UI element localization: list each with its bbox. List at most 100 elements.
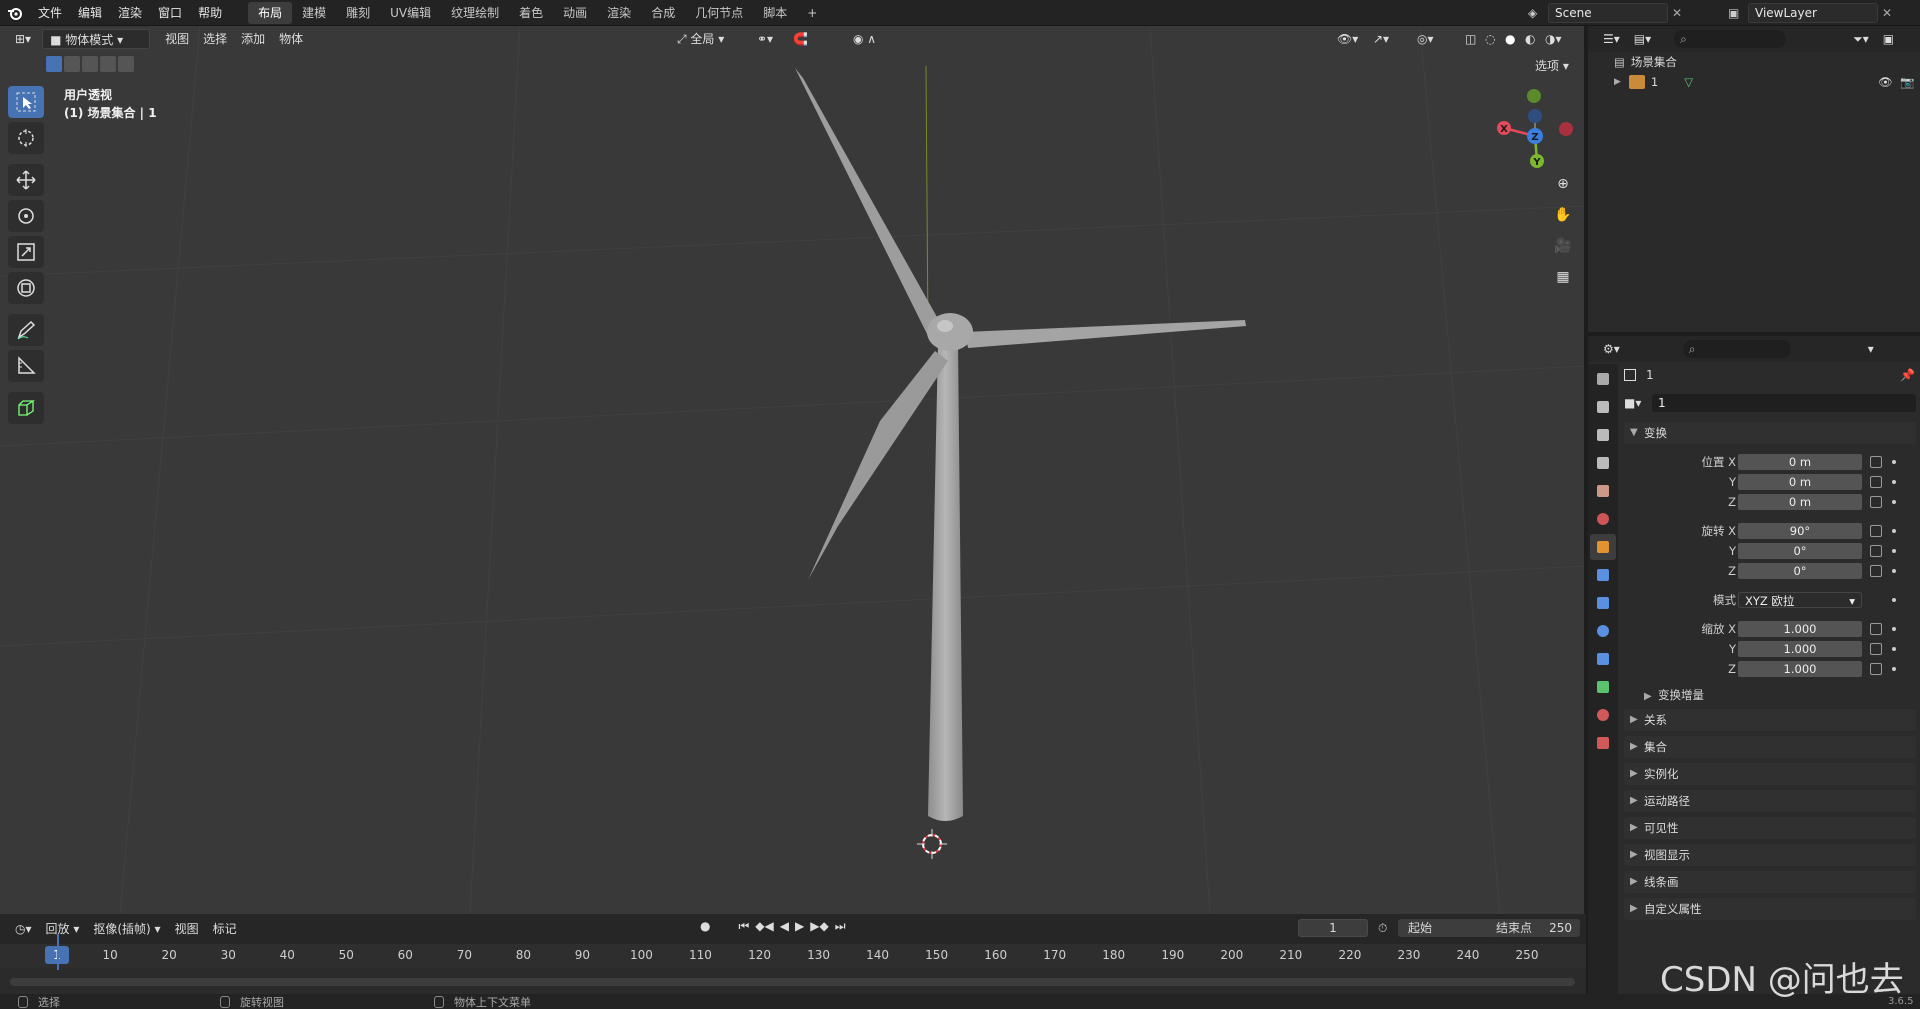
- scene-name-field[interactable]: Scene: [1548, 3, 1668, 23]
- editor-type-button[interactable]: ⊞▾: [8, 29, 38, 49]
- play-icon[interactable]: ▶: [795, 919, 804, 934]
- play-reverse-icon[interactable]: ◀: [780, 919, 789, 934]
- properties-options-icon[interactable]: ▾: [1861, 339, 1881, 359]
- panel-visibility[interactable]: ▶ 可见性: [1624, 817, 1916, 839]
- scale-x-field[interactable]: 1.000: [1738, 621, 1862, 637]
- tab-sculpting[interactable]: 雕刻: [336, 2, 380, 24]
- rotation-y-field[interactable]: 0°: [1738, 543, 1862, 559]
- shading-rendered-icon[interactable]: ◑▾: [1538, 29, 1569, 49]
- visibility-icon[interactable]: 👁▾: [1330, 29, 1365, 49]
- tab-animation[interactable]: 动画: [553, 2, 597, 24]
- timer-icon[interactable]: ⏱: [1378, 921, 1387, 936]
- add-cube-tool[interactable]: [8, 392, 44, 424]
- select-intersect-icon[interactable]: [118, 56, 134, 72]
- 3d-cursor-icon[interactable]: [917, 829, 947, 859]
- location-z-field[interactable]: 0 m: [1738, 494, 1862, 510]
- select-invert-icon[interactable]: [100, 56, 116, 72]
- keyframe-dot-icon[interactable]: [1892, 667, 1896, 671]
- view-layer-tab-icon[interactable]: [1590, 450, 1616, 476]
- pin-icon[interactable]: 📌: [1900, 368, 1915, 382]
- rotation-z-field[interactable]: 0°: [1738, 563, 1862, 579]
- camera-render-icon[interactable]: 📷: [1900, 72, 1914, 92]
- panel-relations[interactable]: ▶ 关系: [1624, 709, 1916, 731]
- current-frame-field[interactable]: 1: [1298, 919, 1368, 937]
- transform-tool[interactable]: [8, 272, 44, 304]
- measure-tool[interactable]: [8, 350, 44, 382]
- object-tab-icon[interactable]: [1590, 534, 1616, 560]
- options-dropdown[interactable]: 选项 ▾: [1528, 56, 1576, 76]
- object-mode-dropdown[interactable]: ■ 物体模式 ▾: [42, 29, 151, 49]
- new-collection-icon[interactable]: ▣: [1876, 29, 1901, 49]
- menu-select[interactable]: 选择: [196, 29, 234, 49]
- pan-hand-icon[interactable]: ✋: [1550, 202, 1576, 228]
- record-icon[interactable]: ●: [700, 919, 710, 934]
- constraints-tab-icon[interactable]: [1590, 646, 1616, 672]
- timeline-view-menu[interactable]: 视图: [168, 919, 206, 939]
- panel-viewport-display[interactable]: ▶ 视图显示: [1624, 844, 1916, 866]
- keyframe-dot-icon[interactable]: [1892, 598, 1896, 602]
- playback-menu[interactable]: 回放 ▾: [39, 919, 87, 939]
- timeline-editor-type-icon[interactable]: ◷▾: [8, 919, 39, 939]
- keyframe-dot-icon[interactable]: [1892, 569, 1896, 573]
- marker-menu[interactable]: 标记: [206, 919, 244, 939]
- menu-file[interactable]: 文件: [30, 0, 70, 26]
- mesh-data-icon[interactable]: ▽: [1684, 72, 1693, 92]
- cursor-tool[interactable]: [8, 122, 44, 154]
- tool-tab-icon[interactable]: [1590, 366, 1616, 392]
- tab-layout[interactable]: 布局: [248, 1, 293, 24]
- pivot-icon[interactable]: ⚭▾: [750, 29, 780, 49]
- properties-search-input[interactable]: ⌕: [1682, 340, 1791, 358]
- pin-icon[interactable]: ✕: [1672, 6, 1682, 20]
- keyframe-dot-icon[interactable]: [1892, 529, 1896, 533]
- 3d-viewport[interactable]: ⊞▾ ■ 物体模式 ▾ 视图 选择 添加 物体 ⤢ 全局 ▾ ⚭▾ 🧲 ◉ ∧ …: [0, 26, 1586, 914]
- scene-tab-icon[interactable]: [1590, 478, 1616, 504]
- properties-editor-type-icon[interactable]: ⚙▾: [1596, 339, 1627, 359]
- lock-icon[interactable]: [1870, 663, 1882, 675]
- annotate-tool[interactable]: [8, 314, 44, 346]
- menu-object[interactable]: 物体: [272, 29, 310, 49]
- tab-shading[interactable]: 着色: [509, 2, 553, 24]
- panel-motion-paths[interactable]: ▶ 运动路径: [1624, 790, 1916, 812]
- outliner-row-object[interactable]: ▶ 1 ▽ 👁 📷: [1588, 72, 1920, 92]
- snap-icon[interactable]: 🧲: [786, 29, 815, 49]
- panel-collections[interactable]: ▶ 集合: [1624, 736, 1916, 758]
- texture-tab-icon[interactable]: [1590, 730, 1616, 756]
- tab-modeling[interactable]: 建模: [292, 2, 336, 24]
- select-box-tool[interactable]: [8, 86, 44, 118]
- scale-y-field[interactable]: 1.000: [1738, 641, 1862, 657]
- expand-chevron-icon[interactable]: ▶: [1614, 72, 1621, 92]
- panel-instancing[interactable]: ▶ 实例化: [1624, 763, 1916, 785]
- viewlayer-name-field[interactable]: ViewLayer: [1748, 3, 1878, 23]
- timeline-scrollbar[interactable]: [10, 978, 1575, 986]
- lock-icon[interactable]: [1870, 565, 1882, 577]
- overlays-icon[interactable]: ◎▾: [1410, 29, 1441, 49]
- outliner-editor-type-icon[interactable]: ☰▾: [1596, 29, 1627, 49]
- eye-icon[interactable]: 👁: [1878, 72, 1893, 92]
- lock-icon[interactable]: [1870, 643, 1882, 655]
- filter-icon[interactable]: ⏷▾: [1846, 29, 1876, 49]
- jump-start-icon[interactable]: ⏮: [738, 919, 749, 934]
- display-mode-icon[interactable]: ▤▾: [1627, 29, 1658, 49]
- keyframe-dot-icon[interactable]: [1892, 647, 1896, 651]
- select-subtract-icon[interactable]: [82, 56, 98, 72]
- tab-uv-editing[interactable]: UV编辑: [380, 2, 441, 24]
- keyframe-dot-icon[interactable]: [1892, 549, 1896, 553]
- camera-icon[interactable]: 🎥: [1550, 233, 1576, 259]
- lock-icon[interactable]: [1870, 545, 1882, 557]
- tab-rendering[interactable]: 渲染: [597, 2, 641, 24]
- outliner-row-scene-collection[interactable]: ▤ 场景集合: [1588, 52, 1920, 72]
- scene-icon[interactable]: ◈: [1528, 6, 1548, 20]
- physics-tab-icon[interactable]: [1590, 618, 1616, 644]
- panel-line-art[interactable]: ▶ 线条画: [1624, 871, 1916, 893]
- rotation-mode-dropdown[interactable]: XYZ 欧拉 ▾: [1738, 592, 1862, 608]
- select-new-icon[interactable]: [46, 56, 62, 72]
- keyframe-dot-icon[interactable]: [1892, 480, 1896, 484]
- transform-panel-header[interactable]: ▼ 变换: [1624, 422, 1916, 444]
- modifier-tab-icon[interactable]: [1590, 562, 1616, 588]
- gizmo-toggle-icon[interactable]: ↗▾: [1366, 29, 1396, 49]
- tab-compositing[interactable]: 合成: [641, 2, 685, 24]
- zoom-icon[interactable]: ⊕: [1550, 171, 1576, 197]
- object-name-field[interactable]: 1: [1652, 394, 1916, 412]
- scale-tool[interactable]: [8, 236, 44, 268]
- add-workspace-button[interactable]: +: [797, 2, 827, 24]
